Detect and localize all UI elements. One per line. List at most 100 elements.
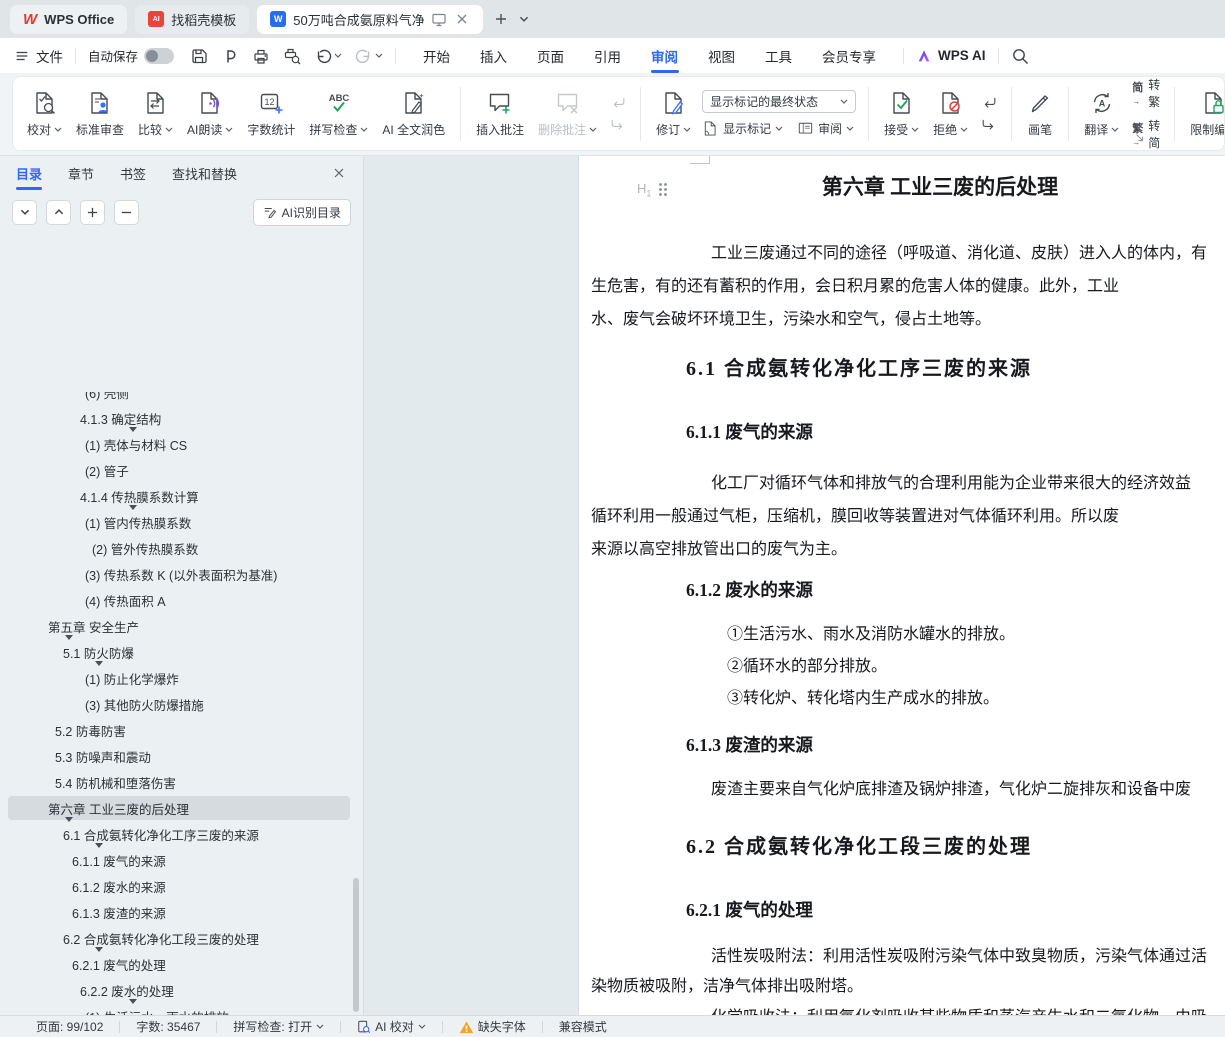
toc-item[interactable]: (3) 传热系数 K (以外表面积为基准) [0,561,363,587]
tab-chapters[interactable]: 章节 [68,156,94,190]
chapter-title: 第六章 工业三废的后处理 [821,175,1059,199]
document-page[interactable]: H1 第六章 工业三废的后处理 工业三废通过不同的途径（呼吸道、消化道、皮肤）进… [579,156,1225,1015]
close-sidebar-icon[interactable] [331,165,347,181]
simplified-to-traditional-button[interactable]: 简→ 转繁 [1132,77,1160,110]
file-menu[interactable]: 文件 [14,46,63,66]
menu-references[interactable]: 引用 [579,38,636,73]
standard-review-button[interactable]: 标准审查 [69,86,131,142]
toc-item[interactable]: (2) 管子 [0,457,363,483]
search-icon[interactable] [1011,47,1029,65]
chevron-down-icon [225,127,233,132]
ai-read-button[interactable]: AI朗读 [180,86,240,142]
proofread-button[interactable]: 校对 [20,86,69,142]
previous-change-icon[interactable] [979,95,999,111]
toc-item[interactable]: 第五章 安全生产 [0,613,363,640]
expand-all-button[interactable] [46,199,71,225]
toc-item[interactable]: 4.1.4 传热膜系数计算 [0,483,363,510]
toc-item[interactable]: 6.1.2 废水的来源 [0,873,363,899]
ai-polish-button[interactable]: AI 全文润色 [375,86,452,142]
toc-item[interactable]: (6) 壳侧 [0,392,363,405]
redo-icon [355,49,370,63]
toc-item[interactable]: (3) 其他防火防爆措施 [0,691,363,717]
compatibility-mode-badge[interactable]: 兼容模式 [559,1018,607,1035]
previous-comment-icon[interactable] [608,95,628,111]
toc-item[interactable]: 6.2.2 废水的处理 [0,977,363,1004]
compare-button[interactable]: 比较 [131,86,180,142]
wps-ai-button[interactable]: WPS AI [916,48,986,64]
toc-item[interactable]: (2) 管外传热膜系数 [0,535,363,561]
share-screen-icon[interactable] [431,11,447,27]
subsection-heading: 6.1.3 废渣的来源 [686,735,813,755]
track-changes-button[interactable]: 修订 [649,86,698,142]
toc-item[interactable]: 6.1.3 废渣的来源 [0,899,363,925]
menu-page[interactable]: 页面 [522,38,579,73]
accept-button[interactable]: 接受 [877,86,926,142]
toc-item[interactable]: (1) 壳体与材料 CS [0,431,363,457]
toc-item[interactable]: (1) 生活污水、雨水的排放 [0,1003,363,1016]
print-icon[interactable] [252,47,270,65]
next-change-icon[interactable] [979,117,999,133]
tab-list-chevron-icon[interactable] [519,16,529,22]
menu-home[interactable]: 开始 [408,38,465,73]
menu-membership[interactable]: 会员专享 [807,38,891,73]
autosave-toggle[interactable] [144,47,175,64]
zoom-in-button[interactable] [80,199,105,225]
toc-item[interactable]: 5.4 防机械和堕落伤害 [0,769,363,795]
toc-item[interactable]: (4) 传热面积 A [0,587,363,613]
brush-button[interactable]: 画笔 [1020,86,1060,142]
menu-review[interactable]: 审阅 [636,38,693,73]
toc-item[interactable]: 6.1.1 废气的来源 [0,847,363,873]
toc-item[interactable]: (1) 防止化学爆炸 [0,665,363,691]
tab-toc[interactable]: 目录 [16,156,43,190]
chevron-down-icon [846,126,854,131]
print-preview-icon[interactable] [283,47,301,65]
translate-button[interactable]: A 翻译 [1077,86,1126,142]
toc-item[interactable]: 6.2.1 废气的处理 [0,951,363,977]
spell-check-button[interactable]: ABC 拼写检查 [302,86,375,142]
expand-corner-icon[interactable] [1134,132,1146,144]
menu-view[interactable]: 视图 [693,38,750,73]
toc-item[interactable]: (1) 管内传热膜系数 [0,509,363,535]
ai-proofread-status[interactable]: AI 校对 [357,1018,426,1035]
toc-item[interactable]: 4.1.3 确定结构 [0,405,363,432]
show-markup-button[interactable]: 显示标记 [702,120,783,137]
tab-find-replace[interactable]: 查找和替换 [172,156,237,190]
next-comment-icon[interactable] [608,117,628,133]
standard-review-icon [87,90,113,116]
tab-bookmarks[interactable]: 书签 [120,156,146,190]
toc-item-selected[interactable]: 第六章 工业三废的后处理 [0,795,363,822]
toc-item[interactable]: 5.3 防噪声和震动 [0,743,363,769]
zoom-out-button[interactable] [114,199,139,225]
toc-item[interactable]: 5.1 防火防爆 [0,639,363,666]
redo-button[interactable] [355,47,383,65]
missing-font-warning[interactable]: 缺失字体 [459,1018,526,1035]
markup-state-select[interactable]: 显示标记的最终状态 [702,90,857,113]
sidebar-scrollbar[interactable] [353,878,359,1012]
redo-chevron-icon [375,53,383,58]
toc-item[interactable]: 6.1 合成氨转化净化工序三废的来源 [0,821,363,848]
collapse-all-button[interactable] [12,199,37,225]
page-indicator[interactable]: 页面: 99/102 [36,1018,103,1035]
tab-document[interactable]: W 50万吨合成氨原料气净化工段 [257,4,484,34]
restrict-editing-button[interactable]: 限制编辑 [1183,86,1224,142]
delete-comment-button[interactable]: 删除批注 [531,86,604,142]
close-tab-icon[interactable] [454,11,470,27]
save-icon[interactable] [190,47,208,65]
spell-check-status[interactable]: 拼写检查: 打开 [233,1018,324,1035]
word-count-button[interactable]: 12 字数统计 [240,86,302,142]
ai-recognize-toc-button[interactable]: AI识别目录 [252,198,351,226]
reject-button[interactable]: 拒绝 [926,86,975,142]
tab-docer-templates[interactable]: AI 找稻壳模板 [135,4,250,34]
new-tab-icon[interactable] [493,11,509,27]
toc-item[interactable]: 5.2 防毒防害 [0,717,363,743]
word-count-indicator[interactable]: 字数: 35467 [136,1018,200,1035]
undo-button[interactable] [314,47,342,65]
menu-tools[interactable]: 工具 [750,38,807,73]
track-changes-icon [661,90,687,116]
toc-item[interactable]: 6.2 合成氨转化净化工段三废的处理 [0,925,363,952]
tab-wps-office[interactable]: W WPS Office [10,4,128,34]
menu-insert[interactable]: 插入 [465,38,522,73]
insert-comment-button[interactable]: 插入批注 [469,86,531,142]
export-pdf-icon[interactable] [221,47,239,65]
review-pane-button[interactable]: 审阅 [797,120,854,137]
